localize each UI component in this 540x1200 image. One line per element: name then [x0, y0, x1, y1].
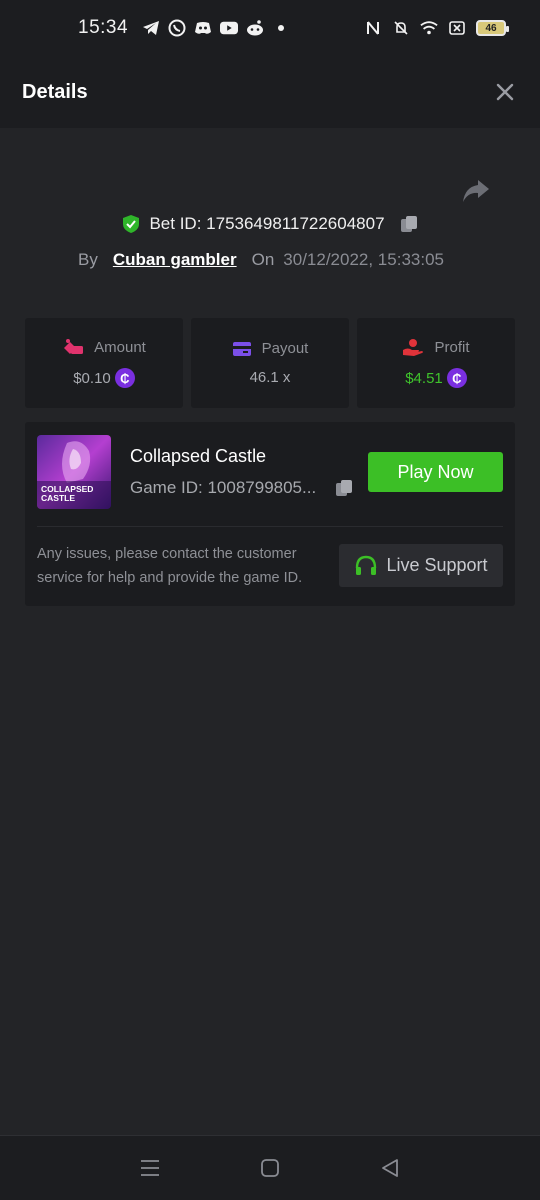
- payout-card: Payout 46.1 x: [191, 318, 349, 408]
- game-card: COLLAPSED CASTLE Collapsed Castle Game ID…: [25, 422, 515, 606]
- profit-card: Profit $4.51 ₵: [357, 318, 515, 408]
- profit-value: $4.51: [405, 369, 443, 387]
- on-label: On: [251, 250, 275, 269]
- bet-date: 30/12/2022, 15:33:05: [283, 250, 444, 269]
- whatsapp-icon: [168, 19, 186, 37]
- wifi-icon: [420, 19, 438, 37]
- headset-icon: [356, 555, 377, 575]
- close-icon: [496, 83, 514, 101]
- reddit-icon: [246, 19, 264, 37]
- system-icons: 46: [364, 19, 509, 37]
- live-support-button[interactable]: Live Support: [339, 544, 503, 587]
- header: Details: [0, 56, 540, 128]
- page-title: Details: [22, 80, 88, 103]
- notification-icons: [142, 19, 290, 37]
- amount-icon: [64, 339, 84, 354]
- share-icon: [463, 180, 489, 202]
- amount-label: Amount: [94, 338, 146, 356]
- home-square-icon: [261, 1159, 279, 1177]
- live-support-label: Live Support: [386, 555, 488, 575]
- payout-value: 46.1 x: [249, 369, 291, 386]
- profit-icon: [403, 339, 424, 356]
- menu-icon: [141, 1160, 159, 1176]
- amount-value: $0.10: [73, 369, 111, 387]
- game-thumbnail[interactable]: COLLAPSED CASTLE: [37, 435, 111, 509]
- back-triangle-icon: [382, 1159, 398, 1177]
- youtube-icon: [220, 19, 239, 37]
- close-button[interactable]: [492, 79, 518, 105]
- divider: [37, 526, 503, 527]
- bell-muted-icon: [392, 19, 410, 37]
- by-label: By: [78, 250, 98, 269]
- payout-label: Payout: [261, 340, 309, 357]
- support-notice: Any issues, please contact the customer …: [37, 546, 303, 586]
- bet-meta-row: By Cuban gambler On 30/12/2022, 15:33:05: [78, 250, 444, 270]
- coin-icon: ₵: [446, 368, 467, 388]
- status-bar: 15:34 46: [0, 0, 540, 56]
- bet-id-row: Bet ID: 1753649811722604807: [0, 214, 540, 234]
- shield-check-icon: [123, 215, 140, 233]
- bet-id: Bet ID: 1753649811722604807: [149, 214, 385, 233]
- user-link[interactable]: Cuban gambler: [113, 250, 237, 270]
- copy-bet-id-icon[interactable]: [399, 214, 419, 234]
- share-button[interactable]: [462, 178, 492, 206]
- close-box-icon: [448, 19, 466, 37]
- nfc-icon: [364, 19, 382, 37]
- amount-card: Amount $0.10 ₵: [25, 318, 183, 408]
- play-now-button[interactable]: Play Now: [368, 452, 503, 492]
- status-time: 15:34: [78, 17, 129, 38]
- back-button[interactable]: [378, 1156, 402, 1180]
- stats-row: Amount $0.10 ₵ Payout 46.1 x Profit $4.5…: [25, 318, 515, 408]
- recents-button[interactable]: [138, 1156, 162, 1180]
- game-name: Collapsed Castle: [130, 446, 267, 466]
- system-nav-bar: [0, 1135, 540, 1200]
- coin-icon: ₵: [114, 368, 135, 388]
- discord-icon: [194, 19, 212, 37]
- dot-icon: [272, 19, 290, 37]
- telegram-icon: [142, 19, 160, 37]
- home-button[interactable]: [258, 1156, 282, 1180]
- copy-game-id-icon[interactable]: [334, 478, 354, 498]
- game-id: Game ID: 1008799805...: [130, 478, 317, 497]
- profit-label: Profit: [434, 338, 470, 356]
- payout-icon: [232, 341, 251, 356]
- battery-icon: 46: [476, 20, 509, 36]
